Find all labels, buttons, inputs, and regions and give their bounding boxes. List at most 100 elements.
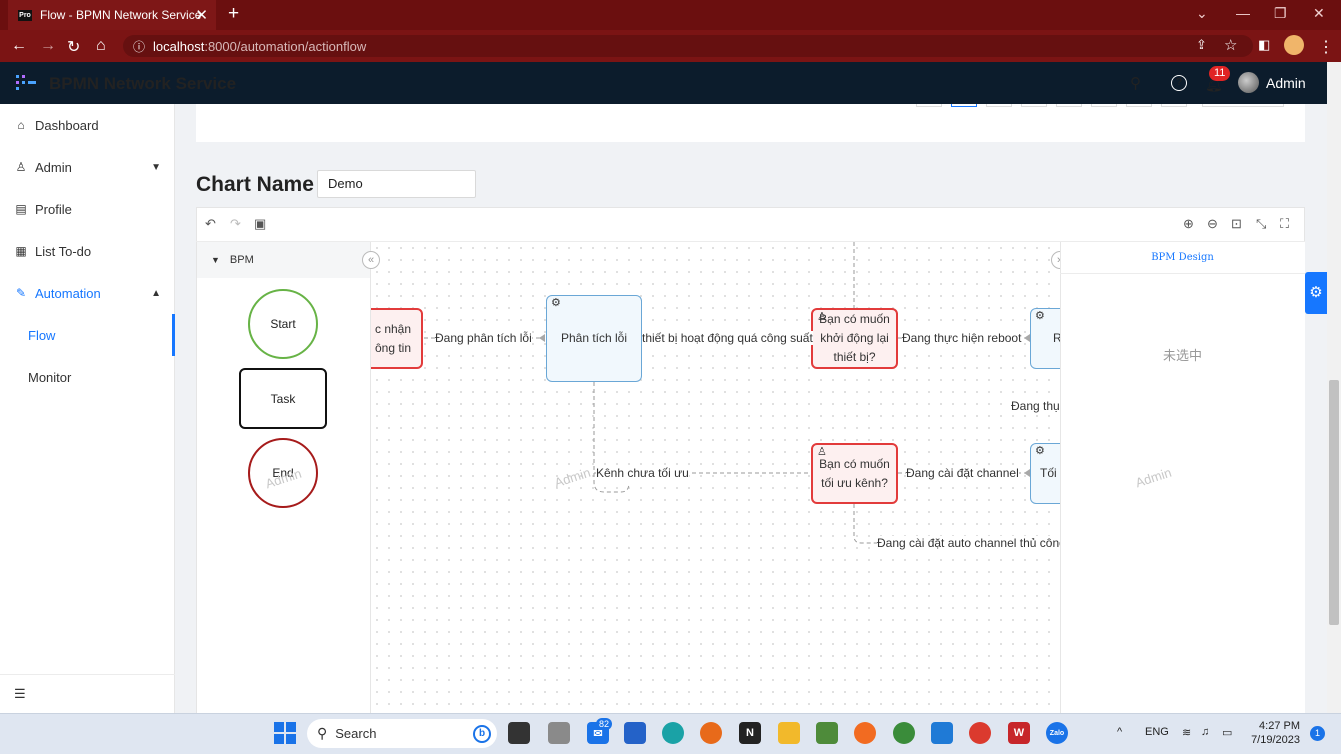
notification-center-badge[interactable]: 1 xyxy=(1310,726,1325,741)
edge-label[interactable]: Đang thụ xyxy=(1011,399,1060,413)
store-icon[interactable] xyxy=(624,722,646,744)
sidebar-item-dashboard[interactable]: ⌂ Dashboard xyxy=(0,104,175,146)
zalo-icon[interactable]: Zalo xyxy=(1046,722,1068,744)
minimize-icon[interactable]: — xyxy=(1236,5,1250,21)
help-icon[interactable]: ? xyxy=(1171,75,1187,91)
new-tab-icon[interactable]: + xyxy=(228,3,239,25)
url-field[interactable]: ⓘ localhost:8000/automation/actionflow xyxy=(123,35,1253,57)
firefox-icon[interactable] xyxy=(700,722,722,744)
sidebar-item-flow[interactable]: Flow xyxy=(0,314,175,356)
node-label: khởi động lại xyxy=(820,331,889,345)
redo-icon[interactable]: ↷ xyxy=(230,216,241,232)
edge-browser-icon[interactable] xyxy=(662,722,684,744)
back-icon[interactable]: ← xyxy=(11,37,27,55)
user-task-node[interactable]: ♙ Bạn có muốn tối ưu kênh? xyxy=(811,443,898,504)
search-icon[interactable]: ⚲ xyxy=(1130,74,1141,92)
table-icon: ▦ xyxy=(15,244,27,258)
palette-start-event[interactable]: Start xyxy=(248,289,318,359)
profile-avatar-icon[interactable] xyxy=(1284,35,1304,55)
tab-search-icon[interactable]: ⌄ xyxy=(1196,5,1208,22)
pagination-item[interactable] xyxy=(1126,104,1152,107)
user-task-node[interactable]: ♙ Bạn có muốn khởi động lại thiết bị? xyxy=(811,308,898,369)
battery-icon[interactable]: ▭ xyxy=(1222,726,1232,739)
edge-label[interactable]: Đang phân tích lỗi xyxy=(435,331,532,345)
side-panel-icon[interactable]: ◧ xyxy=(1258,37,1270,53)
pagination-item[interactable] xyxy=(916,104,942,107)
zoom-in-icon[interactable]: ⊕ xyxy=(1183,216,1194,232)
sidebar-item-monitor[interactable]: Monitor xyxy=(0,356,175,398)
fullscreen-icon[interactable]: ⛶ xyxy=(1280,216,1289,232)
active-indicator xyxy=(172,314,175,356)
sidebar-item-profile[interactable]: ▤ Profile xyxy=(0,188,175,230)
service-task-node[interactable]: ⚙ Tối xyxy=(1030,443,1060,504)
browser-menu-icon[interactable]: ⋮ xyxy=(1318,37,1334,57)
user-task-node[interactable]: c nhận ông tin xyxy=(371,308,423,369)
tab-bpm-design[interactable]: BPM Design xyxy=(1060,242,1305,274)
photos-icon[interactable] xyxy=(816,722,838,744)
edge-label[interactable]: Đang cài đặt auto channel thủ công xyxy=(877,536,1060,550)
zoom-out-icon[interactable]: ⊖ xyxy=(1207,216,1218,232)
notion-icon[interactable]: N xyxy=(739,722,761,744)
home-icon[interactable]: ⌂ xyxy=(96,37,106,55)
chart-name-input[interactable]: Demo xyxy=(317,170,476,198)
pagination-item[interactable] xyxy=(986,104,1012,107)
automation-icon: ✎ xyxy=(15,286,27,300)
palette-group-header[interactable]: ▼ BPM xyxy=(197,242,370,278)
taskbar-search[interactable]: ⚲ Search b xyxy=(307,719,497,748)
pagination-item[interactable] xyxy=(1056,104,1082,107)
volume-icon[interactable]: ♫ xyxy=(1201,726,1209,738)
pagination-item[interactable] xyxy=(1021,104,1047,107)
actual-size-icon[interactable]: ⤡ xyxy=(1256,216,1266,232)
task-view-icon[interactable] xyxy=(508,722,530,744)
collapse-menu-icon[interactable]: ☰ xyxy=(14,686,26,702)
bookmark-star-icon[interactable]: ☆ xyxy=(1224,36,1237,54)
language-indicator[interactable]: ENG xyxy=(1145,726,1169,738)
sidebar-item-admin[interactable]: ♙ Admin ▼ xyxy=(0,146,175,188)
wifi-icon[interactable]: ≋ xyxy=(1182,726,1191,739)
system-clock[interactable]: 4:27 PM 7/19/2023 xyxy=(1248,719,1300,747)
edge-label[interactable]: Đang cài đặt channel xyxy=(906,466,1019,480)
user-avatar[interactable] xyxy=(1238,72,1259,93)
forward-icon[interactable]: → xyxy=(40,37,56,55)
diagram-canvas[interactable]: c nhận ông tin ⚙ Phân tích lỗi ♙ Bạn có m… xyxy=(371,242,1060,713)
edge-label[interactable]: Kênh chưa tối ưu xyxy=(596,466,689,480)
widgets-icon[interactable] xyxy=(548,722,570,744)
service-task-node[interactable]: ⚙ Phân tích lỗi xyxy=(546,295,642,382)
search-icon: ⚲ xyxy=(317,725,328,741)
chevron-down-icon: ▼ xyxy=(151,161,161,173)
tray-expand-icon[interactable]: ^ xyxy=(1117,726,1122,738)
page-size-select[interactable] xyxy=(1202,104,1284,107)
postman-icon[interactable] xyxy=(854,722,876,744)
restore-icon[interactable]: ❐ xyxy=(1274,5,1287,22)
edge-label[interactable]: Đang thực hiện reboot xyxy=(902,331,1022,345)
sidebar-item-automation[interactable]: ✎ Automation ▲ xyxy=(0,272,175,314)
browser-tab[interactable]: Pro Flow - BPMN Network Service ✕ xyxy=(8,0,216,30)
windows-start-icon[interactable] xyxy=(274,722,296,744)
vscode-icon[interactable] xyxy=(931,722,953,744)
scrollbar-thumb[interactable] xyxy=(1329,380,1339,625)
sidebar-item-list-todo[interactable]: ▦ List To-do xyxy=(0,230,175,272)
wps-icon[interactable]: W xyxy=(1008,722,1030,744)
edge-label[interactable]: thiết bị hoạt động quá công suất xyxy=(642,331,813,345)
close-window-icon[interactable]: ✕ xyxy=(1313,5,1325,22)
reload-icon[interactable]: ↻ xyxy=(67,37,80,57)
user-icon: ♙ xyxy=(817,446,827,458)
share-icon[interactable]: ⇪ xyxy=(1196,37,1207,53)
service-task-node[interactable]: ⚙ R xyxy=(1030,308,1060,369)
fit-view-icon[interactable]: ⊡ xyxy=(1231,216,1242,232)
mongodb-icon[interactable] xyxy=(893,722,915,744)
settings-gear-icon[interactable]: ⚙ xyxy=(1305,272,1327,314)
undo-icon[interactable]: ↶ xyxy=(205,216,216,232)
collapse-left-panel-icon[interactable]: « xyxy=(362,251,380,269)
chrome-icon[interactable] xyxy=(969,722,991,744)
pagination-item[interactable] xyxy=(951,104,977,107)
sidebar-item-label: Admin xyxy=(35,159,72,175)
node-label: Bạn có muốn xyxy=(819,312,890,326)
close-tab-icon[interactable]: ✕ xyxy=(195,6,208,24)
save-icon[interactable]: ▣ xyxy=(254,216,266,232)
user-name[interactable]: Admin xyxy=(1266,75,1306,91)
pagination-item[interactable] xyxy=(1091,104,1117,107)
file-explorer-icon[interactable] xyxy=(778,722,800,744)
pagination-item[interactable] xyxy=(1161,104,1187,107)
palette-task[interactable]: Task xyxy=(239,368,327,429)
